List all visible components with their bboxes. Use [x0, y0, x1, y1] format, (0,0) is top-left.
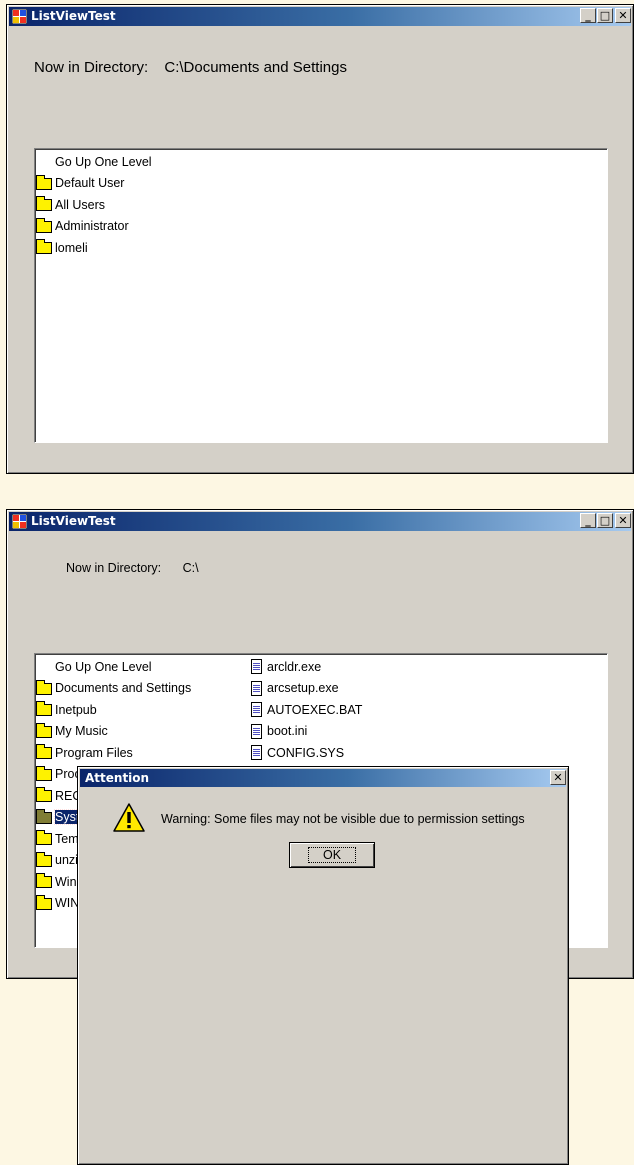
- list-item-label: AUTOEXEC.BAT: [267, 702, 363, 717]
- blank-icon: [36, 659, 53, 674]
- folder-icon: [36, 830, 53, 846]
- title-bar[interactable]: ListViewTest _ □ ✕: [9, 512, 631, 531]
- list-item[interactable]: Documents and Settings: [36, 678, 216, 700]
- app-icon: [12, 9, 27, 24]
- list-item-label: Administrator: [55, 219, 129, 234]
- list-item[interactable]: Go Up One Level: [36, 656, 216, 678]
- list-item[interactable]: lomeli: [36, 237, 152, 259]
- file-icon: [248, 723, 265, 739]
- file-icon: [248, 659, 265, 675]
- list-item[interactable]: arcsetup.exe: [248, 678, 365, 700]
- close-icon: ✕: [618, 9, 628, 22]
- minimize-button[interactable]: _: [580, 8, 596, 23]
- list-item-label: arcsetup.exe: [267, 681, 339, 696]
- folder-icon: [36, 851, 53, 868]
- list-item-label: Default User: [55, 176, 125, 191]
- folder-icon: [36, 679, 53, 696]
- title-bar[interactable]: ListViewTest _ □ ✕: [9, 7, 631, 26]
- directory-label: Now in Directory:: [34, 59, 149, 76]
- dialog-title-bar[interactable]: Attention ✕: [80, 769, 566, 787]
- directory-label: Now in Directory:: [66, 561, 162, 575]
- list-item[interactable]: All Users: [36, 194, 152, 216]
- maximize-icon: □: [599, 514, 611, 527]
- folder-icon: [36, 174, 53, 191]
- dialog-title: Attention: [85, 771, 150, 785]
- maximize-button[interactable]: □: [597, 513, 613, 528]
- file-icon: [248, 680, 265, 696]
- directory-row: Now in Directory: C:\: [66, 561, 199, 575]
- warning-message: Warning: Some files may not be visible d…: [161, 812, 525, 826]
- folder-icon: [36, 744, 53, 760]
- folder-icon: [36, 787, 53, 803]
- list-item-label: lomeli: [55, 240, 88, 255]
- directory-row: Now in Directory: C:\Documents and Setti…: [34, 59, 347, 76]
- ok-button[interactable]: OK: [289, 842, 375, 868]
- listview-window-1: ListViewTest _ □ ✕ Now in Directory: C:\…: [6, 4, 634, 474]
- list-item[interactable]: AUTOEXEC.BAT: [248, 699, 365, 721]
- app-icon: [12, 514, 27, 529]
- folder-icon: [36, 239, 53, 255]
- list-item-label: Go Up One Level: [55, 154, 152, 169]
- close-button[interactable]: ✕: [615, 8, 631, 23]
- folder-icon: [36, 765, 53, 782]
- ok-button-label: OK: [307, 847, 357, 863]
- folder-icon: [36, 808, 53, 825]
- folder-icon: [36, 722, 53, 739]
- list-item[interactable]: Inetpub: [36, 699, 216, 721]
- folder-icon: [36, 701, 53, 717]
- attention-dialog: Attention ✕ Warning: Some files may not …: [77, 766, 569, 1165]
- list-item[interactable]: CONFIG.SYS: [248, 742, 365, 764]
- directory-path: C:\: [182, 561, 199, 575]
- list-item[interactable]: Administrator: [36, 216, 152, 238]
- list-item-label: Go Up One Level: [55, 659, 152, 674]
- maximize-button[interactable]: □: [597, 8, 613, 23]
- minimize-icon: _: [585, 514, 591, 527]
- minimize-button[interactable]: _: [580, 513, 596, 528]
- minimize-icon: _: [585, 9, 591, 22]
- list-item-label: boot.ini: [267, 724, 308, 739]
- list-item-label: My Music: [55, 724, 108, 739]
- directory-path: C:\Documents and Settings: [164, 59, 347, 76]
- list-item-label: All Users: [55, 197, 106, 212]
- folder-icon: [36, 217, 53, 234]
- file-listview[interactable]: Go Up One Level Default User All Users Admi…: [34, 148, 608, 443]
- list-item-label: arcldr.exe: [267, 659, 322, 674]
- list-item-label: Documents and Settings: [55, 681, 192, 696]
- window-title: ListViewTest: [31, 514, 116, 528]
- file-icon: [248, 702, 265, 718]
- listview-column: Go Up One Level Default User All Users Admi…: [36, 151, 152, 259]
- dialog-close-button[interactable]: ✕: [550, 770, 566, 785]
- warning-icon: [113, 803, 145, 832]
- folder-icon: [36, 873, 53, 889]
- list-item-label: CONFIG.SYS: [267, 745, 345, 760]
- list-item[interactable]: Default User: [36, 173, 152, 195]
- list-item[interactable]: Program Files: [36, 742, 216, 764]
- maximize-icon: □: [599, 9, 611, 22]
- list-item[interactable]: arcldr.exe: [248, 656, 365, 678]
- list-item[interactable]: My Music: [36, 721, 216, 743]
- close-icon: ✕: [618, 514, 628, 527]
- close-button[interactable]: ✕: [615, 513, 631, 528]
- folder-icon: [36, 894, 53, 911]
- close-icon: ✕: [553, 771, 563, 784]
- list-item[interactable]: Go Up One Level: [36, 151, 152, 173]
- list-item-label: Inetpub: [55, 702, 97, 717]
- list-item-label: Program Files: [55, 745, 133, 760]
- folder-icon: [36, 196, 53, 212]
- list-item[interactable]: boot.ini: [248, 721, 365, 743]
- file-icon: [248, 745, 265, 761]
- window-title: ListViewTest: [31, 9, 116, 23]
- blank-icon: [36, 154, 53, 169]
